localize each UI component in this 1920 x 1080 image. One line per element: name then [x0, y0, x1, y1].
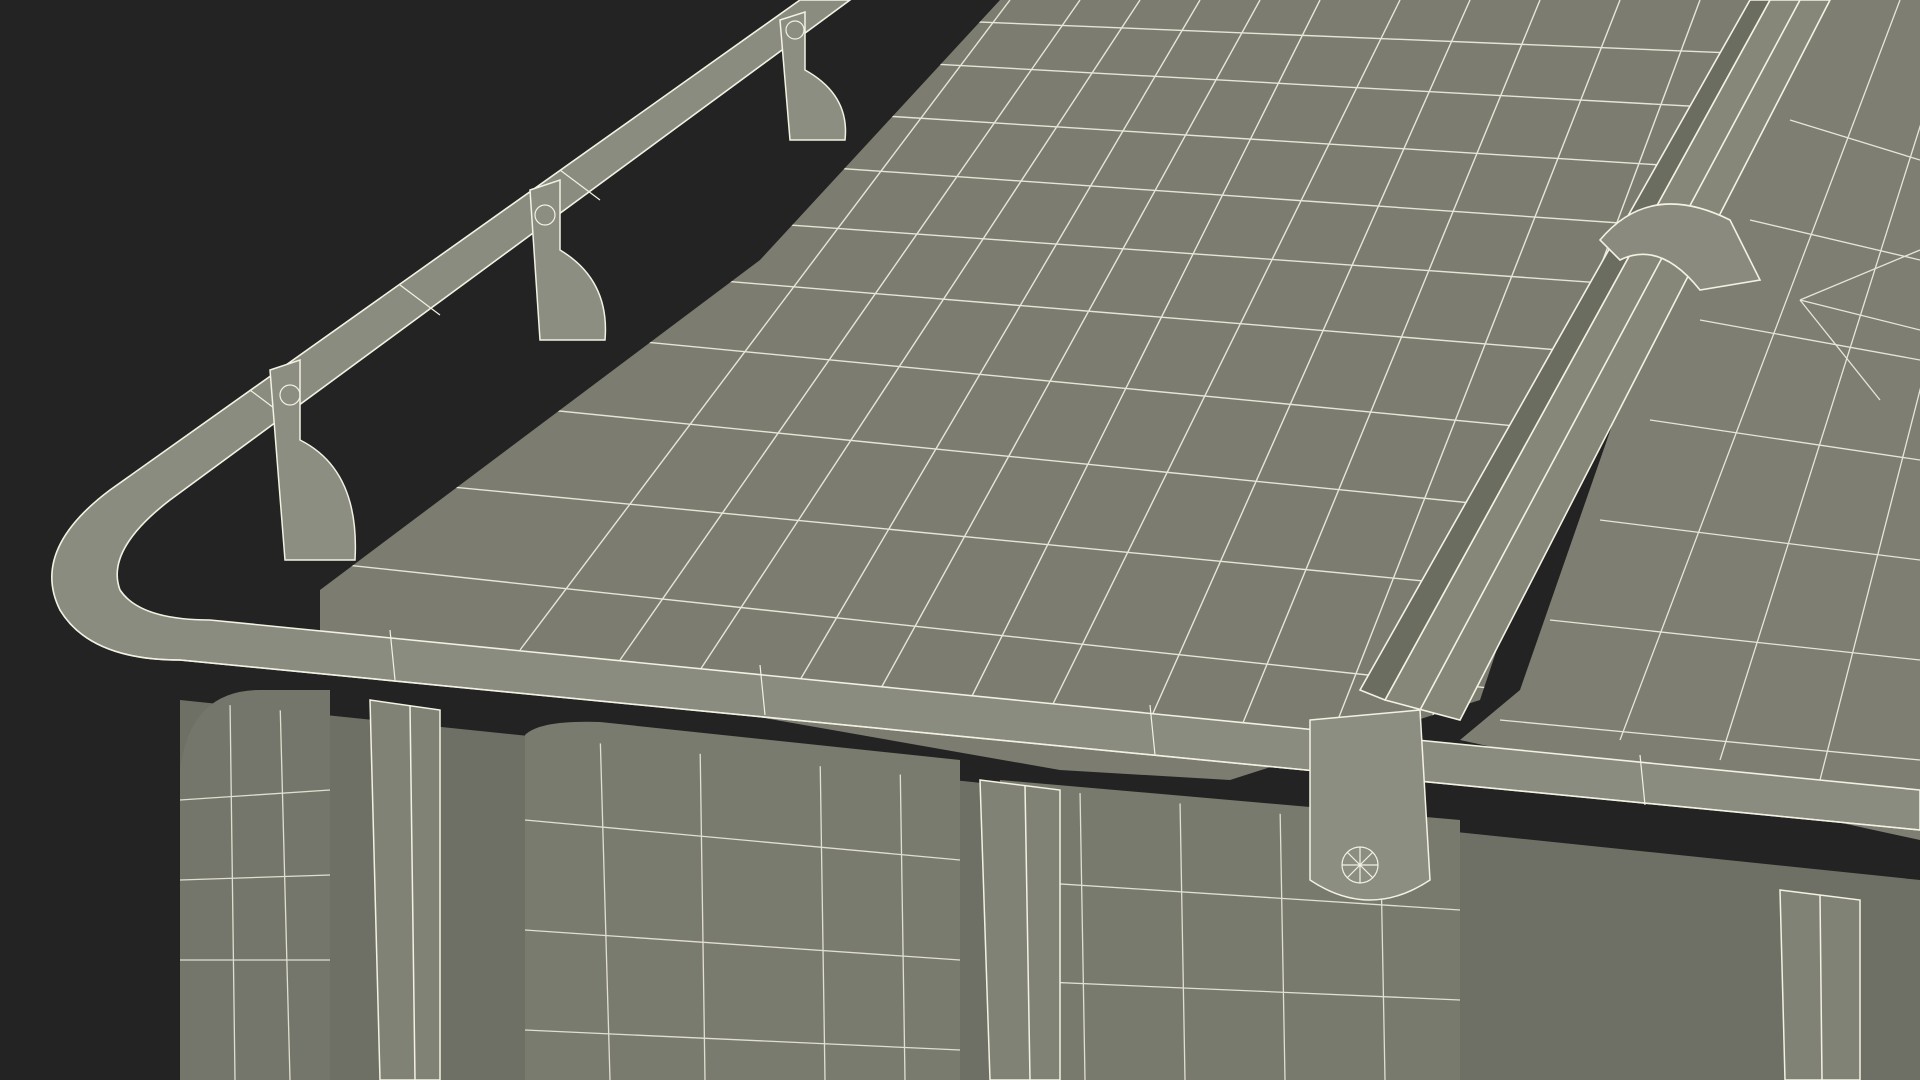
wireframe-render	[0, 0, 1920, 1080]
